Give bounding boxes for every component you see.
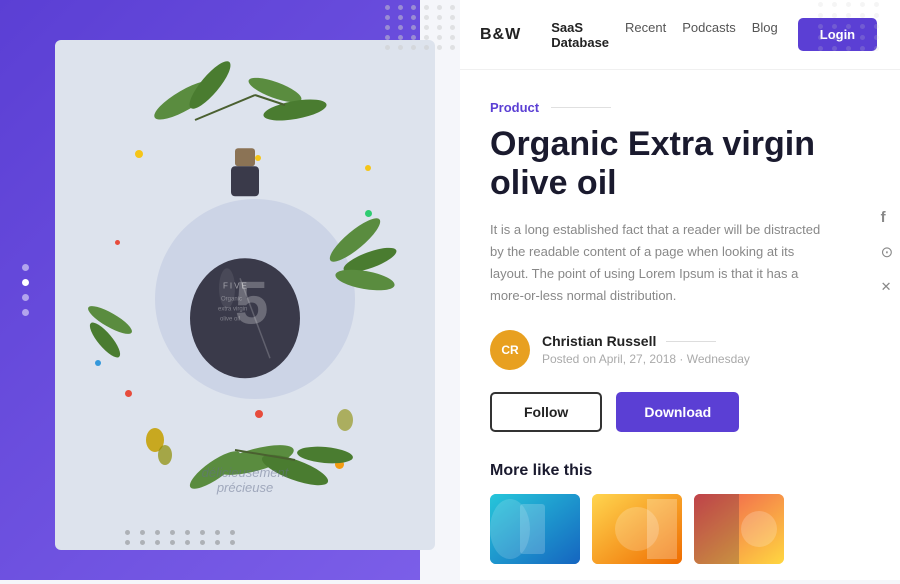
decorative-dots-top (385, 5, 458, 50)
nav-links: SaaS Database Recent Podcasts Blog (551, 20, 778, 50)
twitter-icon[interactable]: ✕ (881, 280, 894, 293)
left-panel: 5 FIVE Organic extra virgin olive oil (0, 0, 460, 580)
more-cards (490, 494, 877, 564)
author-info: Christian Russell Posted on April, 27, 2… (542, 333, 750, 366)
scatter-dot (135, 150, 143, 158)
author-line (666, 341, 716, 342)
author-section: CR Christian Russell Posted on April, 27… (490, 330, 877, 370)
product-content: Product Organic Extra virgin olive oil I… (460, 70, 900, 584)
scatter-dot (335, 460, 344, 469)
product-image-area: 5 FIVE Organic extra virgin olive oil (55, 40, 435, 550)
scatter-dot (125, 390, 132, 397)
nav-link-recent[interactable]: Recent (625, 20, 666, 50)
right-panel: B&W SaaS Database Recent Podcasts Blog L… (460, 0, 900, 580)
product-description: It is a long established fact that a rea… (490, 219, 830, 307)
author-date: Posted on April, 27, 2018 · Wednesday (542, 352, 750, 366)
bottle-svg: 5 FIVE Organic extra virgin olive oil (185, 138, 305, 423)
author-name: Christian Russell (542, 333, 656, 349)
more-card-1[interactable] (490, 494, 580, 564)
slide-dot-4[interactable] (22, 309, 29, 316)
svg-text:extra virgin: extra virgin (218, 306, 247, 312)
slide-dot-3[interactable] (22, 294, 29, 301)
download-button[interactable]: Download (616, 392, 739, 432)
product-line-divider (551, 107, 611, 108)
product-label-row: Product (490, 100, 877, 115)
author-avatar: CR (490, 330, 530, 370)
scatter-dot (115, 240, 120, 245)
svg-text:olive oil: olive oil (220, 316, 240, 322)
scatter-dot (365, 210, 372, 217)
author-name-row: Christian Russell (542, 333, 750, 349)
more-card-3[interactable] (694, 494, 784, 564)
facebook-icon[interactable]: f (881, 210, 894, 225)
slide-indicators (22, 264, 29, 316)
follow-button[interactable]: Follow (490, 392, 602, 432)
nav-link-podcasts[interactable]: Podcasts (682, 20, 735, 50)
more-section-title: More like this (490, 462, 877, 480)
more-section: More like this (490, 462, 877, 564)
svg-text:FIVE: FIVE (223, 281, 249, 290)
more-card-2[interactable] (592, 494, 682, 564)
product-title: Organic Extra virgin olive oil (490, 125, 877, 203)
scatter-dot (365, 165, 371, 171)
scatter-dot (95, 360, 101, 366)
page-container: 5 FIVE Organic extra virgin olive oil (0, 0, 900, 580)
slide-dot-2[interactable] (22, 279, 29, 286)
product-tag: Product (490, 100, 539, 115)
corner-dots (818, 2, 882, 51)
bottom-dots (125, 530, 240, 545)
svg-text:Organic: Organic (221, 296, 242, 302)
watermark-text: délicieusement précieuse (202, 465, 289, 495)
action-buttons: Follow Download (490, 392, 877, 432)
nav-link-saas[interactable]: SaaS Database (551, 20, 609, 50)
slide-dot-1[interactable] (22, 264, 29, 271)
logo: B&W (480, 26, 521, 44)
social-sidebar: f ⊙ ✕ (867, 200, 900, 303)
instagram-icon[interactable]: ⊙ (881, 245, 894, 260)
nav-link-blog[interactable]: Blog (752, 20, 778, 50)
